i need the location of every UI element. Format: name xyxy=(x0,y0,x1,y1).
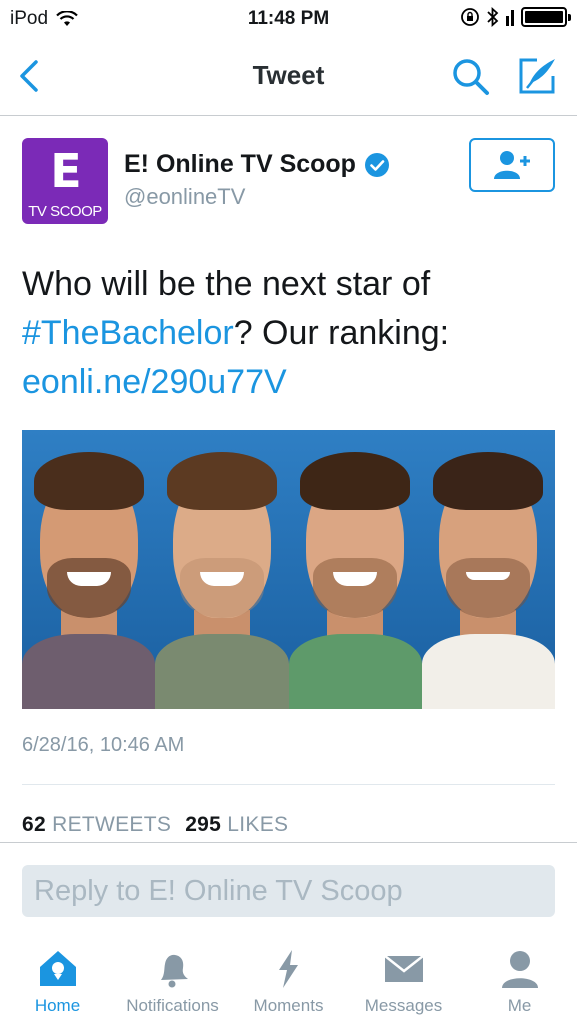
tweet-stats: 62 RETWEETS 295 LIKES xyxy=(22,813,288,837)
hair xyxy=(300,452,411,510)
smile xyxy=(466,572,511,580)
beard xyxy=(179,558,264,618)
bluetooth-icon xyxy=(487,7,499,27)
tab-label: Me xyxy=(507,996,532,1015)
retweets-count: 62 xyxy=(22,813,46,836)
divider xyxy=(0,842,577,843)
battery-fill xyxy=(525,11,563,23)
avatar-logo-subtitle: TV SCOOP xyxy=(28,203,102,220)
avatar-logo-letter: E xyxy=(50,144,81,198)
search-button[interactable] xyxy=(450,56,492,98)
user-name-row[interactable]: E! Online TV Scoop xyxy=(124,150,390,179)
envelope-icon xyxy=(383,955,424,982)
headshot-2 xyxy=(155,430,289,709)
tweet-url-link[interactable]: eonli.ne/290u77V xyxy=(22,363,287,401)
retweets-stat[interactable]: 62 RETWEETS xyxy=(22,813,171,836)
nav-bar: Tweet xyxy=(0,38,577,116)
likes-count: 295 xyxy=(185,813,222,836)
status-bar: iPod 11:48 PM xyxy=(0,0,577,38)
tweet-text-prefix: Who will be the next star of xyxy=(22,265,431,303)
follow-button[interactable] xyxy=(469,138,555,192)
divider xyxy=(22,784,555,785)
home-icon xyxy=(39,951,76,986)
tweet-media-image[interactable] xyxy=(22,430,555,709)
shirt xyxy=(22,634,156,709)
signal-icon xyxy=(506,10,514,26)
shirt xyxy=(288,634,422,709)
beard xyxy=(46,558,131,618)
tweet-text-suffix: ? Our ranking: xyxy=(233,314,450,352)
tab-me[interactable]: Me xyxy=(462,940,577,1024)
smile xyxy=(199,572,244,586)
verified-badge-icon xyxy=(364,152,389,177)
user-handle[interactable]: @eonlineTV xyxy=(124,184,245,210)
battery-icon xyxy=(521,7,571,27)
retweets-label: RETWEETS xyxy=(52,813,172,836)
headshot-3 xyxy=(288,430,422,709)
bell-icon xyxy=(160,954,188,988)
tab-bar: Home Notifications Moments Messages Me xyxy=(0,940,577,1024)
likes-stat[interactable]: 295 LIKES xyxy=(185,813,288,836)
shirt xyxy=(421,634,555,709)
lightning-icon xyxy=(278,950,298,988)
reply-input[interactable] xyxy=(22,865,555,917)
orientation-lock-icon xyxy=(461,8,479,26)
smile xyxy=(66,572,111,586)
person-icon xyxy=(501,951,538,988)
tweet-text: Who will be the next star of #TheBachelo… xyxy=(22,260,562,407)
likes-label: LIKES xyxy=(227,813,289,836)
avatar[interactable]: E TV SCOOP xyxy=(22,138,108,224)
headshot-4 xyxy=(421,430,555,709)
hair xyxy=(433,452,544,510)
search-icon xyxy=(453,59,489,95)
compose-icon xyxy=(519,58,555,94)
hashtag-link[interactable]: #TheBachelor xyxy=(22,314,234,352)
compose-button[interactable] xyxy=(515,54,559,98)
headshot-1 xyxy=(22,430,156,709)
hair xyxy=(33,452,144,510)
reply-box[interactable] xyxy=(22,865,555,917)
user-name[interactable]: E! Online TV Scoop xyxy=(124,150,356,179)
tweet-timestamp: 6/28/16, 10:46 AM xyxy=(22,734,185,756)
beard xyxy=(313,558,398,618)
shirt xyxy=(155,634,289,709)
hair xyxy=(166,452,277,510)
beard xyxy=(446,558,531,618)
add-user-icon xyxy=(494,151,530,179)
status-right xyxy=(460,7,571,27)
